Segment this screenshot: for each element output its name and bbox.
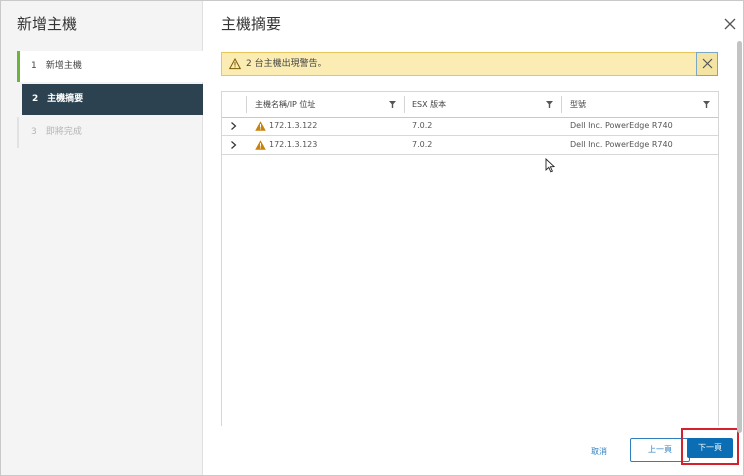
chevron-right-icon[interactable] bbox=[230, 122, 237, 130]
wizard-steps: 1 新增主機 2 主機摘要 3 即將完成 bbox=[17, 51, 203, 150]
step-label: 新增主機 bbox=[45, 61, 82, 71]
column-header-esx-version[interactable]: ESX 版本 bbox=[412, 92, 446, 117]
table-row[interactable]: 172.1.3.122 7.0.2 Dell Inc. PowerEdge R7… bbox=[222, 117, 718, 136]
warning-icon bbox=[229, 58, 241, 70]
column-header-model[interactable]: 型號 bbox=[570, 92, 586, 117]
warning-alert: 2 台主機出現警告。 bbox=[221, 52, 718, 76]
chevron-right-icon[interactable] bbox=[230, 141, 237, 149]
alert-message: 2 台主機出現警告。 bbox=[246, 59, 327, 69]
model-cell: Dell Inc. PowerEdge R740 bbox=[570, 140, 673, 149]
close-icon[interactable] bbox=[723, 17, 737, 31]
esx-version-cell: 7.0.2 bbox=[412, 121, 433, 130]
next-button-highlight: 下一頁 bbox=[681, 428, 739, 465]
warning-icon bbox=[255, 140, 266, 150]
wizard-main: 主機摘要 2 台主機出現警告。 主機名稱/IP 位址 ESX 版本 型號 172… bbox=[203, 1, 743, 475]
grid-header: 主機名稱/IP 位址 ESX 版本 型號 bbox=[222, 92, 718, 118]
host-name-cell[interactable]: 172.1.3.122 bbox=[269, 117, 317, 135]
filter-icon[interactable] bbox=[546, 101, 553, 108]
column-header-host[interactable]: 主機名稱/IP 位址 bbox=[255, 92, 315, 117]
esx-version-cell: 7.0.2 bbox=[412, 140, 433, 149]
step-number: 1 bbox=[31, 61, 37, 71]
step-number: 3 bbox=[31, 127, 37, 137]
column-separator bbox=[246, 96, 247, 113]
next-button[interactable]: 下一頁 bbox=[687, 438, 733, 458]
warning-icon bbox=[255, 121, 266, 131]
alert-close-button[interactable] bbox=[696, 52, 718, 76]
step-ready-to-complete: 3 即將完成 bbox=[17, 117, 203, 148]
filter-icon[interactable] bbox=[389, 101, 396, 108]
page-title: 主機摘要 bbox=[221, 15, 282, 33]
table-row[interactable]: 172.1.3.123 7.0.2 Dell Inc. PowerEdge R7… bbox=[222, 136, 718, 155]
column-separator bbox=[561, 96, 562, 113]
scrollbar[interactable] bbox=[736, 41, 743, 433]
step-host-summary[interactable]: 2 主機摘要 bbox=[22, 84, 203, 115]
step-label: 主機摘要 bbox=[47, 94, 84, 104]
step-number: 2 bbox=[32, 94, 39, 104]
host-name-cell[interactable]: 172.1.3.123 bbox=[269, 136, 317, 154]
close-icon bbox=[702, 58, 713, 69]
mouse-cursor-icon bbox=[545, 158, 555, 173]
scrollbar-thumb[interactable] bbox=[737, 41, 742, 433]
column-separator bbox=[404, 96, 405, 113]
model-cell: Dell Inc. PowerEdge R740 bbox=[570, 121, 673, 130]
step-add-host[interactable]: 1 新增主機 bbox=[17, 51, 203, 82]
step-label: 即將完成 bbox=[45, 127, 82, 137]
wizard-sidebar: 新增主機 1 新增主機 2 主機摘要 3 即將完成 bbox=[1, 1, 203, 475]
wizard-title: 新增主機 bbox=[17, 15, 78, 33]
cancel-button[interactable]: 取消 bbox=[591, 446, 607, 457]
filter-icon[interactable] bbox=[703, 101, 710, 108]
host-summary-grid: 主機名稱/IP 位址 ESX 版本 型號 172.1.3.122 7.0.2 D… bbox=[221, 91, 719, 426]
wizard-dialog: 新增主機 1 新增主機 2 主機摘要 3 即將完成 主機摘要 2 台主機出現警告… bbox=[0, 0, 744, 476]
